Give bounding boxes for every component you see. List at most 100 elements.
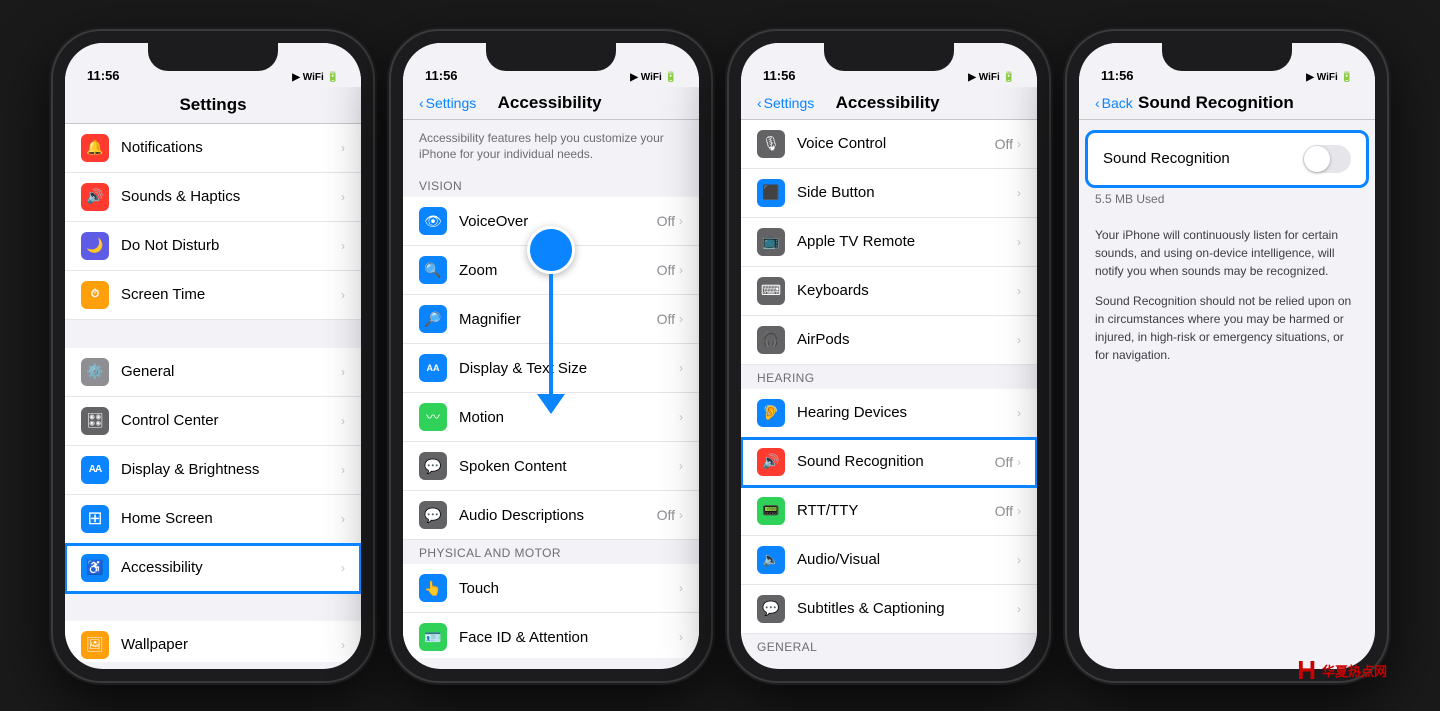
phone1-display[interactable]: AA Display & Brightness ›	[65, 446, 361, 495]
p3-keyboards[interactable]: ⌨ Keyboards ›	[741, 267, 1037, 316]
phone1-title: Settings	[81, 95, 345, 115]
phone3-content[interactable]: 🎙 Voice Control Off › ⬛ Side Button › 📺	[741, 120, 1037, 658]
sounds-label: Sounds & Haptics	[121, 188, 341, 205]
phone4-content: Sound Recognition 5.5 MB Used Your iPhon…	[1079, 120, 1375, 386]
description1: Your iPhone will continuously listen for…	[1079, 216, 1375, 386]
toggle-switch[interactable]	[1303, 145, 1351, 173]
p3-appletv-icon: 📺	[757, 228, 785, 256]
p2-faceid-attention[interactable]: 🪪 Face ID & Attention ›	[403, 613, 699, 657]
phone1-wrapper: 11:56 ▶ WiFi 🔋 Settings 🔔 Notifications …	[53, 31, 373, 681]
phone1-homescreen[interactable]: ⊞ Home Screen ›	[65, 495, 361, 544]
phone3-nav-header: ‹ Settings Accessibility	[741, 87, 1037, 120]
p3-audio-visual[interactable]: 🔈 Audio/Visual ›	[741, 536, 1037, 585]
general-label: General	[121, 363, 341, 380]
phone2-status-icons: ▶ WiFi 🔋	[630, 72, 677, 83]
phone2-time: 11:56	[425, 68, 458, 83]
wallpaper-icon: 🖼	[81, 631, 109, 659]
p3-subtitles[interactable]: 💬 Subtitles & Captioning ›	[741, 585, 1037, 634]
p3-keyboards-icon: ⌨	[757, 277, 785, 305]
phone1-accessibility[interactable]: ♿ Accessibility ›	[65, 544, 361, 593]
cc-label: Control Center	[121, 412, 341, 429]
phone1-settings-list[interactable]: 🔔 Notifications › 🔊 Sounds & Haptics › 🌙…	[65, 124, 361, 662]
phone1-nav-header: Settings	[65, 87, 361, 124]
sound-recognition-toggle-row[interactable]: Sound Recognition	[1087, 132, 1367, 186]
p3-rtt-icon: 📟	[757, 497, 785, 525]
p3-side-button[interactable]: ⬛ Side Button ›	[741, 169, 1037, 218]
p2-spoken-content[interactable]: 💬 Spoken Content ›	[403, 442, 699, 491]
p3-apple-tv[interactable]: 📺 Apple TV Remote ›	[741, 218, 1037, 267]
p3-voice-control[interactable]: 🎙 Voice Control Off ›	[741, 120, 1037, 169]
phone2-wrapper: 11:56 ▶ WiFi 🔋 ‹ Settings Accessibility …	[391, 31, 711, 681]
p3-rtttty[interactable]: 📟 RTT/TTY Off ›	[741, 487, 1037, 536]
phone1-notifications[interactable]: 🔔 Notifications ›	[65, 124, 361, 173]
phone2-back-btn[interactable]: ‹ Settings	[419, 95, 476, 111]
storage-text: 5.5 MB Used	[1079, 186, 1375, 216]
phone2-body: 11:56 ▶ WiFi 🔋 ‹ Settings Accessibility …	[391, 31, 711, 681]
p3-av-icon: 🔈	[757, 546, 785, 574]
phone4-back-btn[interactable]: ‹ Back	[1095, 95, 1133, 111]
phone1-divider1	[65, 320, 361, 348]
p2-zoom[interactable]: 🔍 Zoom Off ›	[403, 246, 699, 295]
back-label3: Settings	[764, 95, 815, 111]
desc-p2: Sound Recognition should not be relied u…	[1095, 292, 1359, 364]
phone4-nav-header: ‹ Back Sound Recognition	[1079, 87, 1375, 120]
notifications-label: Notifications	[121, 139, 341, 156]
phone1-general[interactable]: ⚙️ General ›	[65, 348, 361, 397]
accessibility-label: Accessibility	[121, 559, 341, 576]
phone3-body: 11:56 ▶ WiFi 🔋 ‹ Settings Accessibility	[729, 31, 1049, 681]
p3-airpods[interactable]: 🎧 AirPods ›	[741, 316, 1037, 365]
notifications-chevron: ›	[341, 141, 345, 155]
display-label: Display & Brightness	[121, 461, 341, 478]
display-icon: AA	[81, 456, 109, 484]
phone3-time: 11:56	[763, 68, 796, 83]
p2-voiceover[interactable]: 👁 VoiceOver Off ›	[403, 197, 699, 246]
phone3-notch	[824, 43, 954, 71]
accessibility-chevron: ›	[341, 561, 345, 575]
p2-display-text-size[interactable]: AA Display & Text Size ›	[403, 344, 699, 393]
phone1-sounds[interactable]: 🔊 Sounds & Haptics ›	[65, 173, 361, 222]
general-icon: ⚙️	[81, 358, 109, 386]
phone2-nav-header: ‹ Settings Accessibility	[403, 87, 699, 120]
phone3-general-label: GENERAL	[741, 634, 1037, 658]
phone1-control-center[interactable]: 🎛 Control Center ›	[65, 397, 361, 446]
phone3-title: Accessibility	[814, 93, 961, 113]
p2-motion[interactable]: 〰 Motion ›	[403, 393, 699, 442]
p2-magnifier[interactable]: 🔎 Magnifier Off ›	[403, 295, 699, 344]
screentime-label: Screen Time	[121, 286, 341, 303]
spoken-content-icon: 💬	[419, 452, 447, 480]
phone4-screen: 11:56 ▶ WiFi 🔋 ‹ Back Sound Recognition …	[1079, 43, 1375, 669]
phone4-body: 11:56 ▶ WiFi 🔋 ‹ Back Sound Recognition …	[1067, 31, 1387, 681]
p3-side-button-icon: ⬛	[757, 179, 785, 207]
phone1-dnd[interactable]: 🌙 Do Not Disturb ›	[65, 222, 361, 271]
wallpaper-label: Wallpaper	[121, 636, 341, 653]
p3-hearing-devices[interactable]: 🦻 Hearing Devices ›	[741, 389, 1037, 438]
p3-subtitles-icon: 💬	[757, 595, 785, 623]
general-chevron: ›	[341, 365, 345, 379]
faceid-attention-icon: 🪪	[419, 623, 447, 651]
p2-touch[interactable]: 👆 Touch ›	[403, 564, 699, 613]
phone1-wallpaper[interactable]: 🖼 Wallpaper ›	[65, 621, 361, 662]
phone1-body: 11:56 ▶ WiFi 🔋 Settings 🔔 Notifications …	[53, 31, 373, 681]
phone1-section3: 🖼 Wallpaper › 🔍 Siri & Search › 🪪 Face I…	[65, 621, 361, 662]
voiceover-icon: 👁	[419, 207, 447, 235]
home-icon: ⊞	[81, 505, 109, 533]
phone1-screen: 11:56 ▶ WiFi 🔋 Settings 🔔 Notifications …	[65, 43, 361, 669]
cc-icon: 🎛	[81, 407, 109, 435]
phone3-hearing-items: 🦻 Hearing Devices › 🔊 Sound Recognition …	[741, 389, 1037, 634]
zoom-icon: 🔍	[419, 256, 447, 284]
p3-sound-recognition[interactable]: 🔊 Sound Recognition Off ›	[741, 438, 1037, 487]
audio-desc-icon: 💬	[419, 501, 447, 529]
phone3-wrapper: 11:56 ▶ WiFi 🔋 ‹ Settings Accessibility	[729, 31, 1049, 681]
p3-sound-recognition-icon: 🔊	[757, 448, 785, 476]
phone1-screentime[interactable]: ⏱ Screen Time ›	[65, 271, 361, 320]
toggle-label: Sound Recognition	[1103, 150, 1303, 167]
phone3-back-btn[interactable]: ‹ Settings	[757, 95, 814, 111]
sounds-chevron: ›	[341, 190, 345, 204]
phone2-content[interactable]: Accessibility features help you customiz…	[403, 120, 699, 658]
back-arrow3: ‹	[757, 95, 762, 111]
notifications-icon: 🔔	[81, 134, 109, 162]
p2-audio-desc[interactable]: 💬 Audio Descriptions Off ›	[403, 491, 699, 540]
phones-container: 11:56 ▶ WiFi 🔋 Settings 🔔 Notifications …	[33, 11, 1407, 701]
phone3-top-items: 🎙 Voice Control Off › ⬛ Side Button › 📺	[741, 120, 1037, 365]
home-label: Home Screen	[121, 510, 341, 527]
